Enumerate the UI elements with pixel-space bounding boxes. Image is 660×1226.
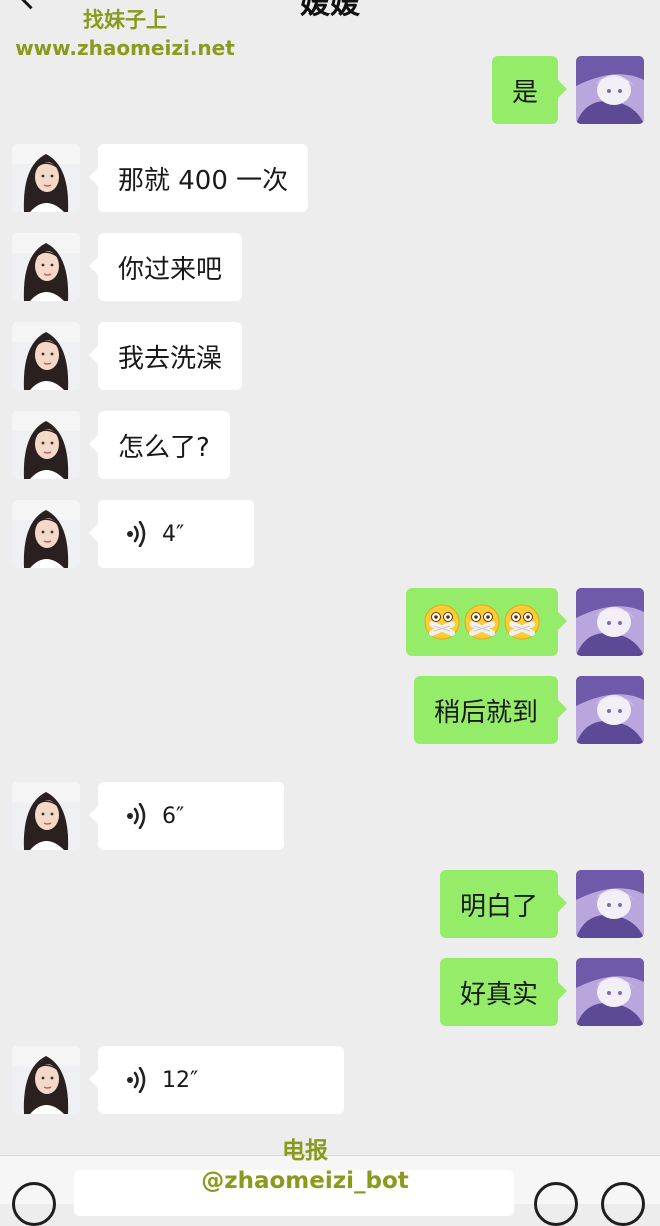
message-incoming-voice: 4″ bbox=[0, 500, 660, 570]
voice-waves-icon bbox=[126, 521, 150, 547]
contact-avatar[interactable] bbox=[12, 500, 80, 568]
message-incoming: 你过来吧 bbox=[0, 233, 660, 303]
voice-message-bubble[interactable]: 12″ bbox=[89, 1046, 344, 1114]
message-incoming: 我去洗澡 bbox=[0, 322, 660, 392]
message-outgoing: 明白了 bbox=[0, 870, 660, 940]
message-bubble[interactable]: 你过来吧 bbox=[88, 233, 243, 301]
voice-waves-icon bbox=[126, 803, 150, 829]
message-outgoing: 稍后就到 bbox=[0, 676, 660, 746]
message-bubble[interactable]: 好真实 bbox=[439, 958, 568, 1026]
watermark-top-line2: www.zhaomeizi.net bbox=[15, 36, 235, 60]
zipper-mouth-face-icon bbox=[504, 604, 540, 640]
my-avatar[interactable] bbox=[576, 676, 644, 744]
watermark-bottom: 电报 @zhaomeizi_bot bbox=[0, 1136, 610, 1196]
message-incoming-voice: 6″ bbox=[0, 782, 660, 852]
voice-duration: 4″ bbox=[162, 521, 185, 547]
message-bubble[interactable]: 怎么了? bbox=[89, 411, 230, 479]
message-incoming-voice: 12″ bbox=[0, 1046, 660, 1116]
zipper-mouth-face-icon bbox=[424, 604, 460, 640]
message-incoming: 那就 400 一次 bbox=[0, 144, 660, 214]
message-bubble[interactable]: 明白了 bbox=[439, 870, 568, 938]
watermark-bottom-line2: @zhaomeizi_bot bbox=[201, 1168, 409, 1194]
contact-avatar[interactable] bbox=[12, 322, 80, 390]
message-bubble[interactable]: 我去洗澡 bbox=[88, 322, 243, 390]
message-bubble[interactable]: 是 bbox=[491, 56, 568, 124]
my-avatar[interactable] bbox=[576, 870, 644, 938]
voice-waves-icon bbox=[126, 1067, 150, 1093]
voice-message-bubble[interactable]: 4″ bbox=[89, 500, 254, 568]
message-bubble[interactable]: 稍后就到 bbox=[413, 676, 568, 744]
voice-duration: 12″ bbox=[162, 1067, 199, 1093]
zipper-mouth-face-icon bbox=[464, 604, 500, 640]
contact-avatar[interactable] bbox=[12, 411, 80, 479]
message-outgoing: 是 bbox=[0, 56, 660, 126]
message-outgoing-emoji bbox=[0, 588, 660, 658]
my-avatar[interactable] bbox=[576, 958, 644, 1026]
message-outgoing: 好真实 bbox=[0, 958, 660, 1028]
contact-avatar[interactable] bbox=[12, 1046, 80, 1114]
watermark-top-line1: 找妹子上 bbox=[83, 8, 167, 32]
contact-avatar[interactable] bbox=[12, 782, 80, 850]
contact-avatar[interactable] bbox=[12, 233, 80, 301]
contact-avatar[interactable] bbox=[12, 144, 80, 212]
message-incoming: 怎么了? bbox=[0, 411, 660, 481]
watermark-top: 找妹子上 www.zhaomeizi.net bbox=[0, 6, 250, 62]
voice-message-bubble[interactable]: 6″ bbox=[89, 782, 284, 850]
my-avatar[interactable] bbox=[576, 588, 644, 656]
watermark-bottom-line1: 电报 bbox=[282, 1138, 328, 1164]
my-avatar[interactable] bbox=[576, 56, 644, 124]
emoji-message-bubble[interactable] bbox=[406, 588, 567, 656]
voice-duration: 6″ bbox=[162, 803, 185, 829]
message-bubble[interactable]: 那就 400 一次 bbox=[88, 144, 309, 212]
